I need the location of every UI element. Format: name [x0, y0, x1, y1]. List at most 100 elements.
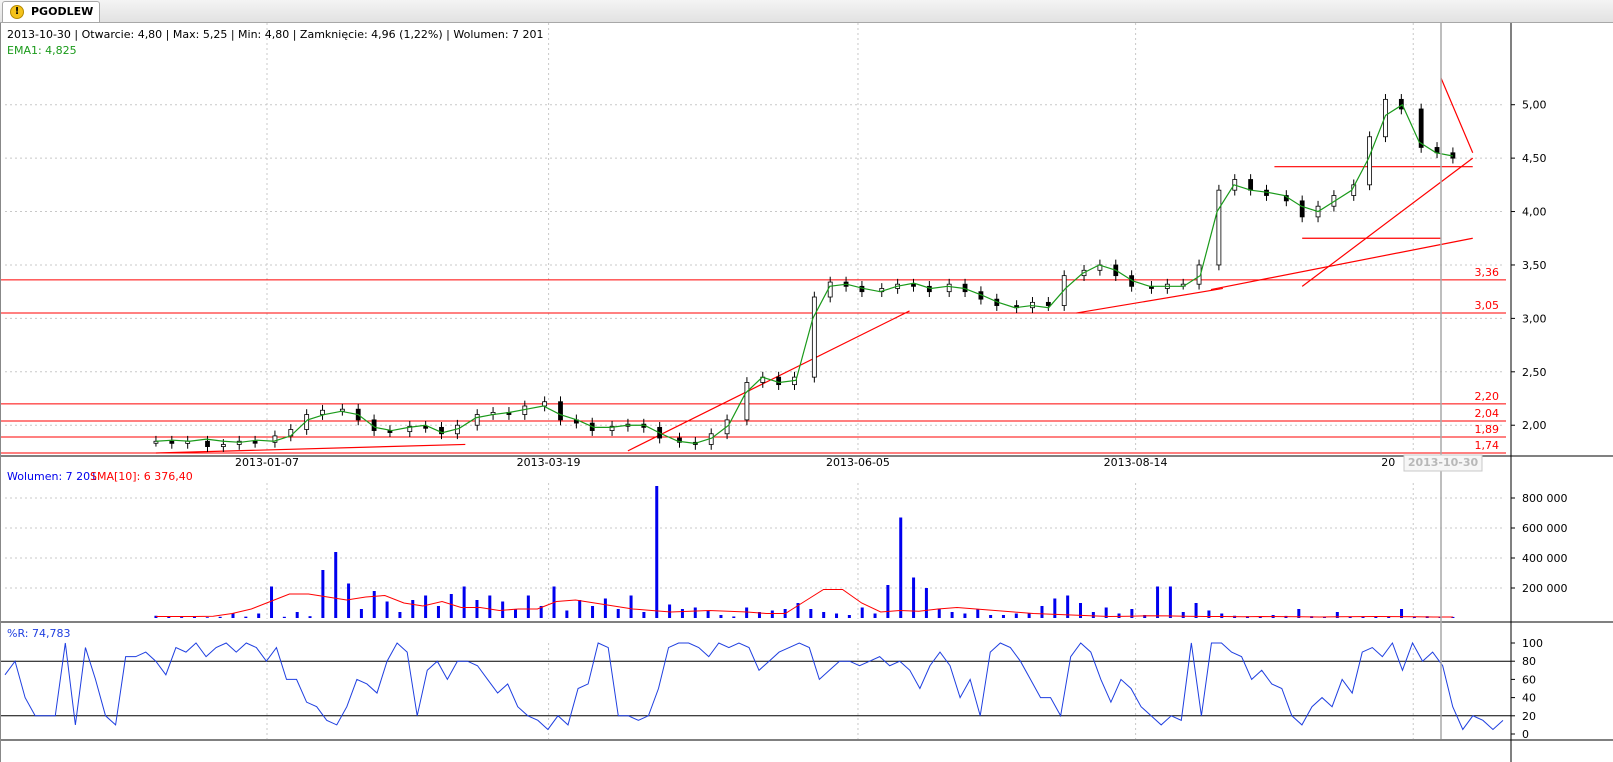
volume-bar — [719, 615, 723, 618]
volume-bar — [1181, 612, 1185, 618]
level-label: 2,04 — [1475, 407, 1500, 420]
wr-tick-label: 0 — [1522, 728, 1529, 741]
volume-bar — [937, 609, 941, 618]
williams-r-line — [4, 641, 1504, 731]
volume-tick-label: 200 000 — [1522, 582, 1568, 595]
volume-tick-label: 400 000 — [1522, 552, 1568, 565]
volume-bar — [257, 613, 261, 618]
volume-bar — [835, 613, 839, 618]
trendline — [1210, 237, 1473, 291]
ema-line — [155, 103, 1454, 444]
volume-bar — [385, 601, 389, 618]
ohlc-info-label: 2013-10-30 | Otwarcie: 4,80 | Max: 5,25 … — [7, 28, 544, 41]
volume-bar — [989, 615, 993, 618]
warning-icon: ! — [10, 5, 24, 19]
volume-bar — [308, 616, 312, 618]
volume-bar — [591, 606, 595, 618]
x-tick-label: 2013-08-14 — [1104, 456, 1168, 469]
volume-bar — [1168, 586, 1172, 618]
volume-bar — [436, 606, 440, 618]
volume-bar — [578, 600, 582, 618]
volume-bar — [295, 612, 299, 618]
volume-bar — [1117, 613, 1121, 618]
volume-bars-layer — [154, 486, 1455, 618]
volume-bar — [603, 598, 607, 618]
trendline — [1076, 287, 1223, 314]
volume-bar — [745, 607, 749, 618]
volume-bar — [642, 612, 646, 618]
volume-bar — [963, 613, 967, 618]
volume-bar — [411, 600, 415, 618]
volume-bar — [924, 588, 928, 618]
volume-bar — [1194, 603, 1198, 618]
volume-bar — [693, 607, 697, 618]
level-label: 3,05 — [1475, 299, 1500, 312]
candlestick-series — [153, 94, 1456, 452]
candle-body — [1248, 179, 1254, 191]
tab-pgodlew[interactable]: ! PGODLEW — [2, 1, 100, 22]
volume-bar — [886, 585, 890, 618]
volume-bar — [513, 609, 517, 618]
wr-tick-label: 60 — [1522, 673, 1536, 686]
volume-bar — [488, 595, 492, 618]
candle-body — [220, 444, 226, 447]
trendline — [1301, 157, 1474, 287]
volume-bar — [398, 612, 402, 618]
volume-bar — [231, 613, 235, 618]
tab-label: PGODLEW — [31, 5, 94, 18]
trendline — [1440, 77, 1474, 154]
volume-bar — [873, 613, 877, 618]
wr-tick-label: 100 — [1522, 637, 1543, 650]
candle-body — [542, 401, 548, 407]
sma-info-label: SMA[10]: 6 376,40 — [90, 470, 193, 483]
wr-tick-label: 20 — [1522, 710, 1536, 723]
volume-bar — [1040, 606, 1044, 618]
williams-r-layer — [4, 641, 1504, 731]
candle-body — [946, 283, 952, 293]
x-tick-label: 2013-03-19 — [517, 456, 581, 469]
volume-bar — [1001, 615, 1005, 618]
volume-bar — [462, 586, 466, 618]
sma-line — [155, 589, 1453, 618]
volume-bar — [899, 517, 903, 618]
volume-bar — [347, 583, 351, 618]
volume-bar — [270, 586, 274, 618]
wr-info-label: %R: 74,783 — [7, 627, 71, 640]
volume-bar — [912, 577, 916, 618]
volume-bar — [359, 609, 363, 618]
volume-bar — [706, 610, 710, 618]
x-tick-label: 2013-06-05 — [826, 456, 890, 469]
volume-bar — [1027, 613, 1031, 618]
volume-bar — [809, 609, 813, 618]
volume-bar — [334, 552, 338, 618]
wr-tick-label: 80 — [1522, 655, 1536, 668]
candle-body — [169, 440, 175, 444]
ema-line-layer — [155, 103, 1454, 444]
volume-bar — [526, 595, 530, 618]
volume-bar — [847, 615, 851, 618]
trendline — [155, 443, 466, 454]
price-tick-label: 4,00 — [1522, 206, 1547, 219]
level-label: 1,89 — [1475, 423, 1500, 436]
price-tick-label: 4,50 — [1522, 152, 1547, 165]
candle-body — [1030, 301, 1035, 309]
volume-bar — [680, 609, 684, 618]
chart-canvas[interactable]: 3,363,052,202,041,891,74 2013-01-07 2013-… — [1, 23, 1613, 762]
volume-bar — [282, 616, 286, 618]
volume-bar — [1220, 613, 1224, 618]
volume-bar — [655, 486, 659, 618]
candle-body — [252, 440, 258, 444]
level-label: 3,36 — [1475, 266, 1500, 279]
x-tick-label: 2013-01-07 — [235, 456, 299, 469]
price-tick-label: 2,00 — [1522, 419, 1547, 432]
candle-body — [205, 440, 210, 447]
tab-bar: ! PGODLEW — [0, 0, 1613, 23]
trendline — [627, 310, 910, 452]
volume-bar — [244, 616, 248, 618]
volume-tick-label: 600 000 — [1522, 522, 1568, 535]
volume-bar — [205, 617, 209, 618]
wr-tick-label: 40 — [1522, 692, 1536, 705]
volume-bar — [860, 607, 864, 618]
candle-body — [1045, 301, 1051, 306]
volume-tick-label: 800 000 — [1522, 492, 1568, 505]
